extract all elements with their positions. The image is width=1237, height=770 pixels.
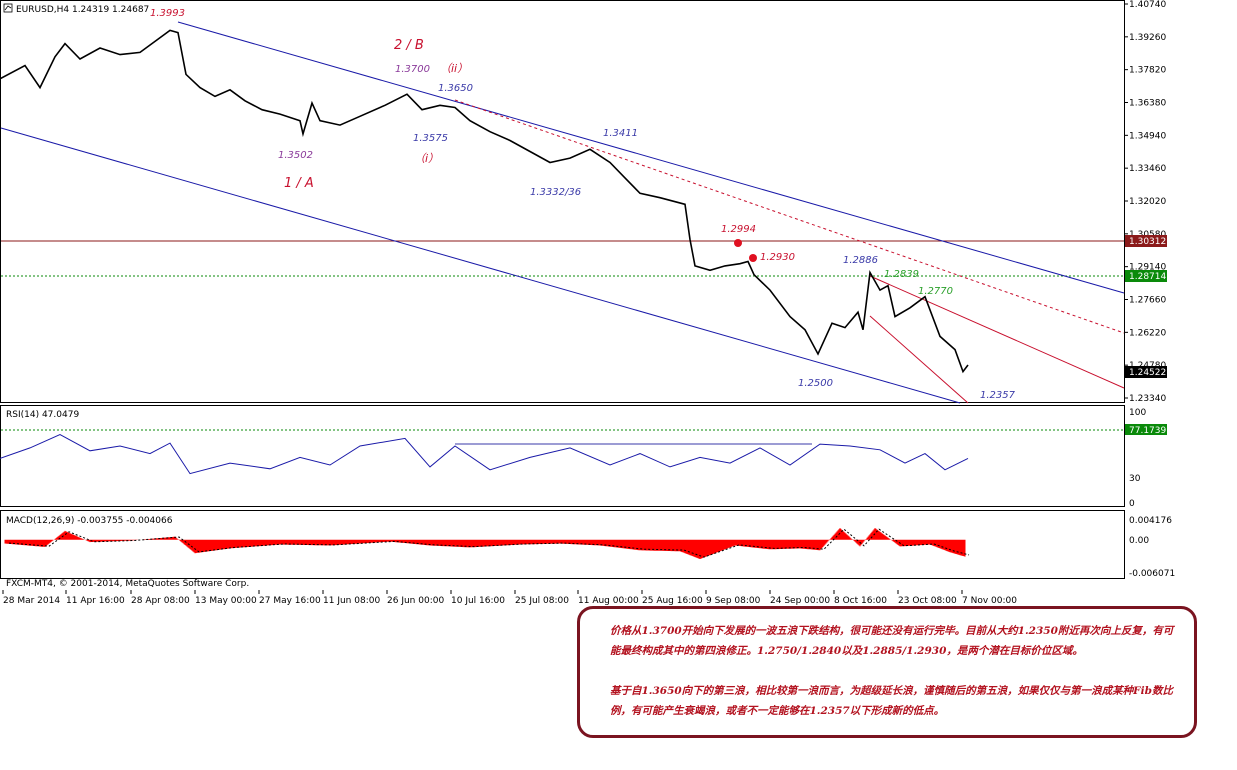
price-tick-label: 1.32020 bbox=[1129, 197, 1166, 207]
label-13332: 1.3332/36 bbox=[530, 187, 581, 198]
date-tick-label: 10 Jul 16:00 bbox=[451, 596, 505, 606]
date-tick-label: 9 Sep 08:00 bbox=[706, 596, 761, 606]
marker-12930 bbox=[749, 254, 757, 262]
label-13411: 1.3411 bbox=[603, 128, 638, 139]
rsi-panel bbox=[0, 405, 1125, 507]
label-12994: 1.2994 bbox=[721, 224, 756, 235]
analysis-paragraph-2: 基于自1.3650向下的第三浪，相比较第一浪而言，为超级延长浪，谨慎随后的第五浪… bbox=[610, 685, 1173, 717]
label-13700: 1.3700 bbox=[395, 64, 430, 75]
marker-12994 bbox=[734, 239, 742, 247]
date-tick-label: 27 May 16:00 bbox=[259, 596, 321, 606]
label-12357: 1.2357 bbox=[980, 390, 1016, 401]
label-12839: 1.2839 bbox=[884, 269, 919, 280]
macd-axis: 0.004176 0.00 -0.006071 bbox=[1129, 516, 1175, 579]
macd-label: MACD(12,26,9) -0.003755 -0.004066 bbox=[6, 516, 173, 526]
price-tick-label: 1.34940 bbox=[1129, 131, 1166, 141]
date-tick-label: 28 Mar 2014 bbox=[3, 596, 60, 606]
symbol-header: EURUSD,H4 1.24319 1.24687 bbox=[3, 3, 149, 15]
price-tick-label: 1.40740 bbox=[1129, 0, 1166, 10]
label-12886: 1.2886 bbox=[843, 255, 878, 266]
wave-label-ii: （ii） bbox=[440, 62, 468, 75]
rsi-label: RSI(14) 47.0479 bbox=[6, 410, 79, 420]
wave-label-i: （i） bbox=[414, 152, 439, 165]
price-axis: 1.40740 1.39260 1.37820 1.36380 1.34940 1.334… bbox=[1124, 0, 1166, 404]
date-axis: 28 Mar 2014 11 Apr 16:00 28 Apr 08:00 13 Ma… bbox=[2, 590, 1017, 606]
price-tick-label: 1.39260 bbox=[1129, 33, 1166, 43]
macd-tick-label: 0.004176 bbox=[1129, 516, 1172, 526]
wave-label-1a: 1 / A bbox=[284, 176, 314, 191]
copyright-text: FXCM-MT4, © 2001-2014, MetaQuotes Softwa… bbox=[6, 579, 249, 589]
date-tick-label: 8 Oct 16:00 bbox=[834, 596, 887, 606]
date-tick-label: 25 Aug 16:00 bbox=[642, 596, 703, 606]
price-tag-text: 1.30312 bbox=[1129, 237, 1166, 247]
date-tick-label: 11 Jun 08:00 bbox=[323, 596, 380, 606]
label-13502: 1.3502 bbox=[278, 150, 313, 161]
date-tick-label: 13 May 00:00 bbox=[195, 596, 257, 606]
price-tick-label: 1.26220 bbox=[1129, 328, 1166, 338]
rsi-tick-label: 100 bbox=[1129, 408, 1146, 418]
rsi-tag: 77.1739 bbox=[1125, 424, 1167, 436]
price-tick-label: 1.37820 bbox=[1129, 66, 1166, 76]
rsi-axis: 10070300 bbox=[1129, 408, 1146, 509]
price-tick-label: 1.27660 bbox=[1129, 296, 1166, 306]
date-tick-label: 25 Jul 08:00 bbox=[515, 596, 569, 606]
label-12500: 1.2500 bbox=[798, 378, 833, 389]
label-13993: 1.3993 bbox=[150, 8, 185, 19]
date-tick-label: 23 Oct 08:00 bbox=[898, 596, 957, 606]
date-tick-label: 28 Apr 08:00 bbox=[131, 596, 190, 606]
date-tick-label: 24 Sep 00:00 bbox=[770, 596, 830, 606]
rsi-tick-label: 30 bbox=[1129, 474, 1141, 484]
symbol-header-text: EURUSD,H4 1.24319 1.24687 bbox=[16, 5, 149, 15]
price-tag-text: 1.28714 bbox=[1129, 272, 1166, 282]
date-tick-label: 7 Nov 00:00 bbox=[962, 596, 1017, 606]
analysis-paragraph-1: 价格从1.3700开始向下发展的一波五浪下跌结构，很可能还没有运行完毕。目前从大… bbox=[610, 625, 1174, 657]
main-price-panel bbox=[0, 0, 1125, 403]
price-tick-label: 1.36380 bbox=[1129, 99, 1166, 109]
date-tick-label: 26 Jun 00:00 bbox=[387, 596, 444, 606]
price-tick-label: 1.23340 bbox=[1129, 394, 1166, 404]
price-tick-label: 1.33460 bbox=[1129, 164, 1166, 174]
date-tick-label: 11 Aug 00:00 bbox=[578, 596, 639, 606]
macd-tick-label: -0.006071 bbox=[1129, 569, 1175, 579]
rsi-tag-text: 77.1739 bbox=[1129, 426, 1166, 436]
label-12770: 1.2770 bbox=[918, 286, 953, 297]
price-tag-text: 1.24522 bbox=[1129, 368, 1166, 378]
label-13650: 1.3650 bbox=[438, 83, 473, 94]
wave-label-2b: 2 / B bbox=[394, 38, 424, 53]
label-12930: 1.2930 bbox=[760, 252, 795, 263]
label-13575: 1.3575 bbox=[413, 133, 448, 144]
macd-tick-label: 0.00 bbox=[1129, 536, 1149, 546]
date-tick-label: 11 Apr 16:00 bbox=[66, 596, 125, 606]
rsi-tick-label: 0 bbox=[1129, 499, 1135, 509]
analysis-note-box: 价格从1.3700开始向下发展的一波五浪下跌结构，很可能还没有运行完毕。目前从大… bbox=[577, 606, 1197, 738]
price-tags: 1.30312 1.28714 1.24522 bbox=[1125, 235, 1167, 378]
